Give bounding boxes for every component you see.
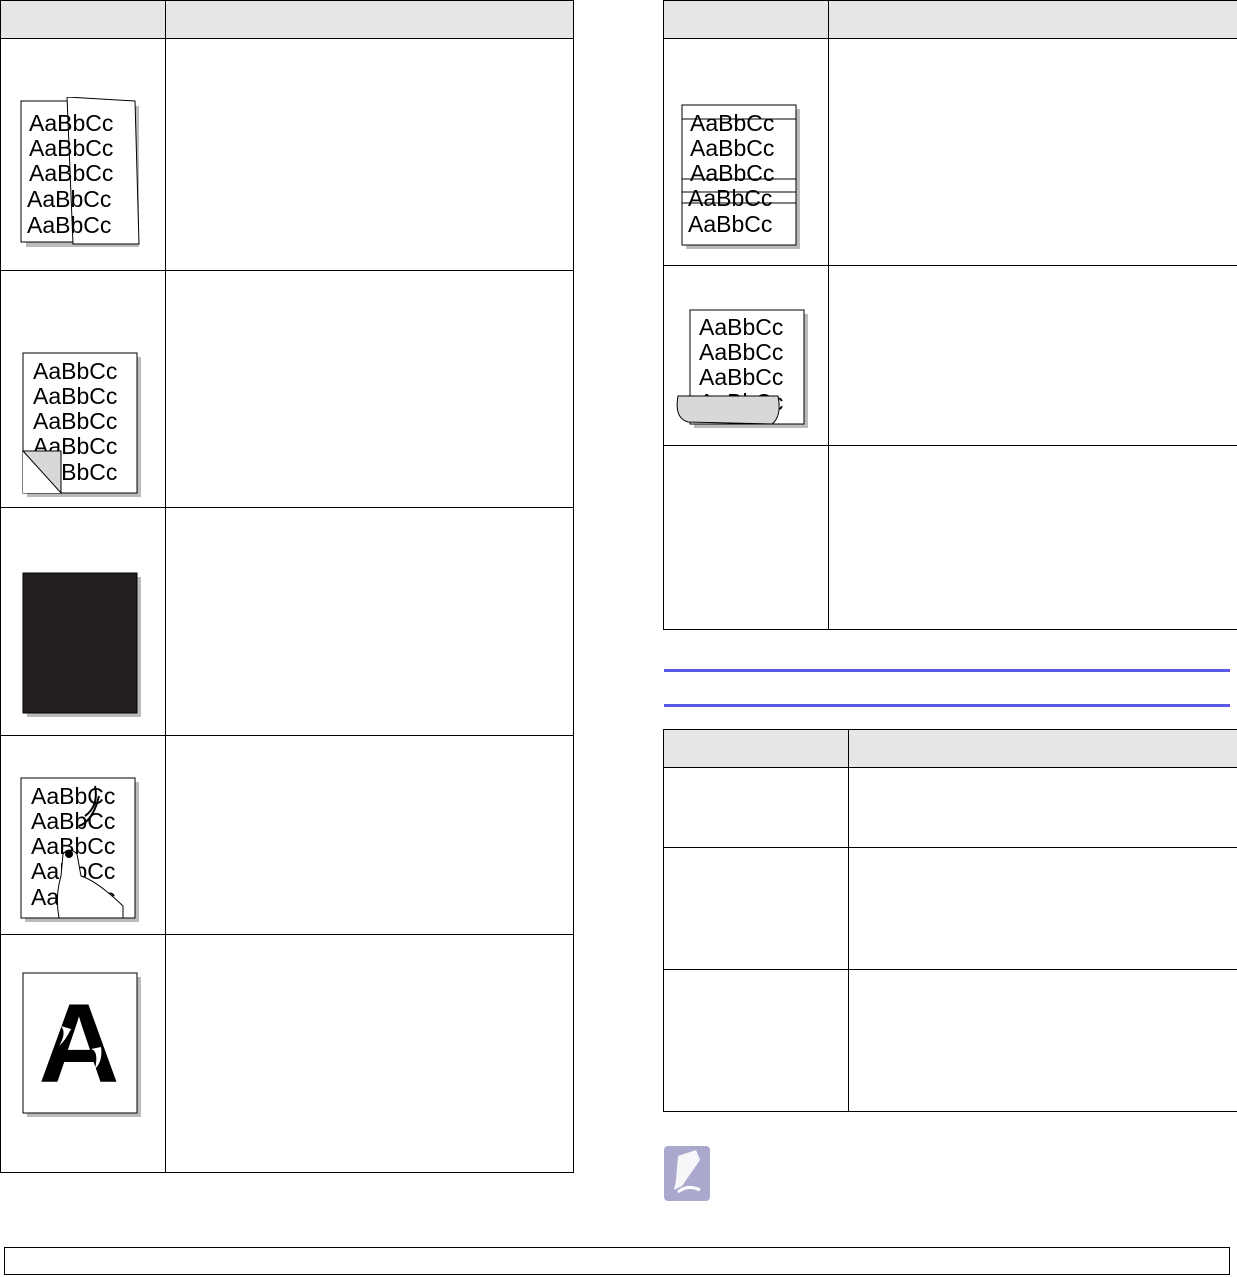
table-row <box>663 969 1237 1112</box>
sample-text-line: AaBbCc <box>33 383 117 409</box>
sample-cell: AaBbCc AaBbCc AaBbCc AaBbCc AaBbCc <box>0 270 166 508</box>
column-header-condition <box>0 0 166 39</box>
table-row <box>663 445 1237 630</box>
horizontal-stripes-sample-icon: AaBbCc AaBbCc AaBbCc AaBbCc AaBbCc <box>681 104 800 249</box>
table-row: AaBbCc AaBbCc AaBbCc AaBbCc AaBbCc <box>663 38 1237 266</box>
description-cell <box>165 38 574 271</box>
sample-text-line: AaBbCc <box>33 358 117 384</box>
solution-cell <box>848 969 1237 1112</box>
table-row <box>663 767 1237 848</box>
sample-text-line: AaBbCc <box>690 135 774 161</box>
solution-cell <box>848 847 1237 970</box>
description-cell <box>165 270 574 508</box>
description-cell <box>165 735 574 935</box>
description-cell <box>165 507 574 736</box>
section-heading <box>664 676 1230 702</box>
condition-cell <box>663 767 849 848</box>
column-header-solution <box>848 729 1237 768</box>
smudged-hand-sample-icon: AaBbCc AaBbCc AaBbCc AaBbCc AaBbCc <box>20 777 139 922</box>
note-pencil-icon <box>664 1146 710 1201</box>
table-row <box>0 507 574 736</box>
sample-cell: AaBbCc AaBbCc AaBbCc AaBbCc AaBbCc <box>0 735 166 935</box>
sample-cell: A <box>0 934 166 1173</box>
sample-text-line: AaBbCc <box>690 160 774 186</box>
description-cell <box>828 265 1237 446</box>
condition-cell <box>663 847 849 970</box>
sample-text-line: AaBbCc <box>688 185 772 211</box>
table-row: AaBbCc AaBbCc AaBbCc AaBbCc AaBbCc <box>0 38 574 271</box>
note-pencil-glyph <box>674 1150 701 1194</box>
sample-text-line: AaBbCc <box>27 212 111 238</box>
torn-page-sample-icon: AaBbCc AaBbCc AaBbCc AaBbCc AaBbCc <box>20 97 140 247</box>
column-header-condition <box>663 0 829 39</box>
column-header-condition <box>663 729 849 768</box>
table-header-row <box>663 0 1237 39</box>
sample-text-line: AaBbCc <box>699 314 783 340</box>
sample-text-line: AaBbCc <box>33 408 117 434</box>
table-row: AaBbCc AaBbCc AaBbCc AaBbCc <box>663 265 1237 446</box>
sample-text-line: AaBbCc <box>699 364 783 390</box>
curl-sample-icon: AaBbCc AaBbCc AaBbCc AaBbCc <box>676 309 808 428</box>
table-header-row <box>0 0 574 39</box>
table-row: AaBbCc AaBbCc AaBbCc AaBbCc AaBbCc <box>0 270 574 508</box>
sample-text-line: AaBbCc <box>31 808 115 834</box>
sample-text-line: AaBbCc <box>29 110 113 136</box>
black-page-sample-icon <box>22 572 141 717</box>
sample-cell: AaBbCc AaBbCc AaBbCc AaBbCc AaBbCc <box>0 38 166 271</box>
sample-text-line: AaBbCc <box>31 783 115 809</box>
table-row: A <box>0 934 574 1173</box>
sample-letter: A <box>39 981 120 1106</box>
table-header-row <box>663 729 1237 768</box>
condition-cell <box>663 969 849 1112</box>
right-problem-table: AaBbCc AaBbCc AaBbCc AaBbCc AaBbCc AaBbC… <box>663 0 1237 630</box>
sample-cell: AaBbCc AaBbCc AaBbCc AaBbCc AaBbCc <box>663 38 829 266</box>
sample-text-line: AaBbCc <box>27 186 111 212</box>
table-row <box>663 847 1237 970</box>
sample-text-line: AaBbCc <box>688 211 772 237</box>
section-rule-top <box>664 669 1230 672</box>
column-header-solution <box>828 0 1237 39</box>
left-problem-table: AaBbCc AaBbCc AaBbCc AaBbCc AaBbCc AaBbC… <box>0 0 574 1173</box>
section-rule-bottom <box>664 704 1230 707</box>
character-voids-sample-icon: A <box>22 972 141 1117</box>
sample-cell <box>0 507 166 736</box>
sample-text-line: AaBbCc <box>29 135 113 161</box>
sample-text-line: AaBbCc <box>29 160 113 186</box>
sample-text-line: AaBbCc <box>690 110 774 136</box>
sample-cell <box>663 445 829 630</box>
solution-cell <box>848 767 1237 848</box>
folded-corner-sample-icon: AaBbCc AaBbCc AaBbCc AaBbCc AaBbCc <box>21 352 141 497</box>
description-cell <box>165 934 574 1173</box>
table-row: AaBbCc AaBbCc AaBbCc AaBbCc AaBbCc <box>0 735 574 935</box>
description-cell <box>828 445 1237 630</box>
column-header-solution <box>165 0 574 39</box>
sample-cell: AaBbCc AaBbCc AaBbCc AaBbCc <box>663 265 829 446</box>
description-cell <box>828 38 1237 266</box>
sample-text-line: AaBbCc <box>699 339 783 365</box>
page-footer <box>4 1247 1230 1275</box>
lower-problem-table <box>663 729 1237 1112</box>
